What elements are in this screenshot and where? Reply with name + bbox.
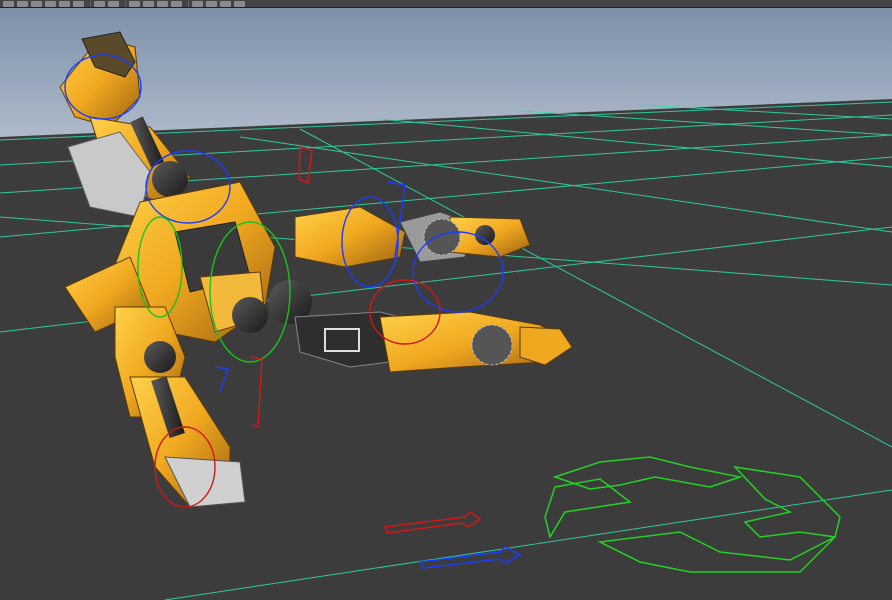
snap-grid-icon[interactable] [129, 0, 140, 7]
snap-curve-icon[interactable] [143, 0, 154, 7]
select-tool-icon[interactable] [3, 0, 14, 7]
move-tool-icon[interactable] [45, 0, 56, 7]
history-icon[interactable] [192, 0, 203, 7]
toolbar-separator [90, 0, 91, 7]
toolbar-separator [125, 0, 126, 7]
lasso-tool-icon[interactable] [17, 0, 28, 7]
render-icon[interactable] [206, 0, 217, 7]
rotate-tool-icon[interactable] [59, 0, 70, 7]
paint-tool-icon[interactable] [31, 0, 42, 7]
show-manipulator-icon[interactable] [94, 0, 105, 7]
status-line-toolbar [0, 0, 892, 8]
render-settings-icon[interactable] [234, 0, 245, 7]
viewport-canvas[interactable] [0, 7, 892, 600]
ankle-upper [475, 225, 495, 245]
toolbar-separator [188, 0, 189, 7]
maya-app-window [0, 0, 892, 600]
tire-upper [423, 218, 461, 256]
perspective-viewport[interactable] [0, 7, 892, 600]
scale-tool-icon[interactable] [73, 0, 84, 7]
elbow-joint [152, 161, 188, 197]
last-tool-icon[interactable] [108, 0, 119, 7]
ipr-render-icon[interactable] [220, 0, 231, 7]
snap-point-icon[interactable] [157, 0, 168, 7]
tire-lower [471, 324, 513, 366]
hip-joint [232, 297, 268, 333]
knee-joint-down [144, 341, 176, 373]
snap-surface-icon[interactable] [171, 0, 182, 7]
